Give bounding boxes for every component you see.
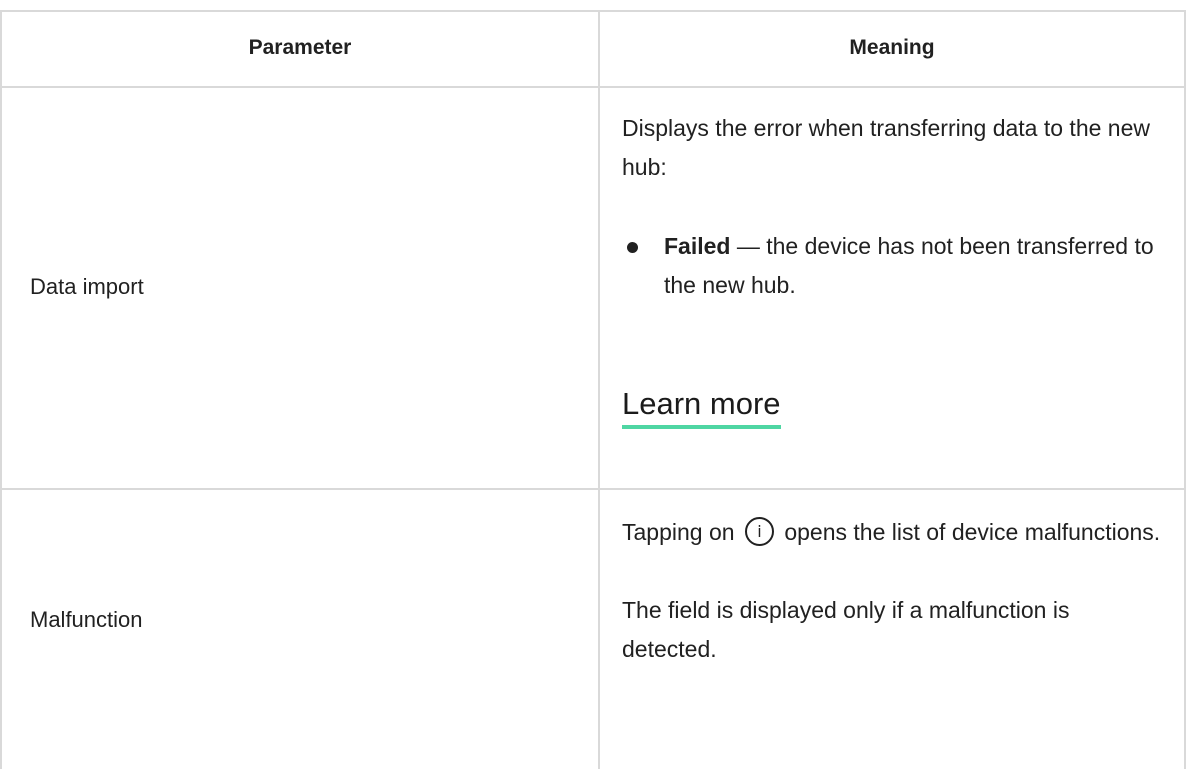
parameter-malfunction: Malfunction [30, 607, 143, 632]
meaning-after-icon: opens the list of device malfunctions. [784, 519, 1161, 545]
meaning-malfunction-description: Tapping on i opens the list of device ma… [622, 513, 1162, 552]
column-header-parameter: Parameter [248, 36, 352, 59]
meaning-data-import-intro: Displays the error when transferring dat… [622, 115, 1150, 180]
bullet-icon [627, 242, 638, 253]
table-left-border [0, 10, 2, 769]
meaning-data-import: Displays the error when transferring dat… [622, 109, 1162, 305]
header-divider [0, 86, 1186, 88]
bullet-text: — the device has not been transferred to… [664, 233, 1154, 298]
table-column-divider [598, 10, 600, 769]
meaning-malfunction: Tapping on i opens the list of device ma… [622, 513, 1162, 669]
parameter-table: Parameter Meaning Data import Displays t… [0, 10, 1186, 769]
parameter-data-import: Data import [30, 274, 144, 299]
table-right-border [1184, 10, 1186, 769]
meaning-malfunction-note: The field is displayed only if a malfunc… [622, 597, 1070, 662]
learn-more-link[interactable]: Learn more [622, 384, 781, 429]
column-header-meaning: Meaning [849, 36, 935, 59]
info-icon: i [744, 517, 774, 547]
meaning-before-icon: Tapping on [622, 519, 735, 545]
row-divider [0, 488, 1186, 490]
list-item: Failed — the device has not been transfe… [622, 227, 1162, 305]
bullet-term: Failed [664, 233, 731, 259]
table-top-border [0, 10, 1186, 12]
